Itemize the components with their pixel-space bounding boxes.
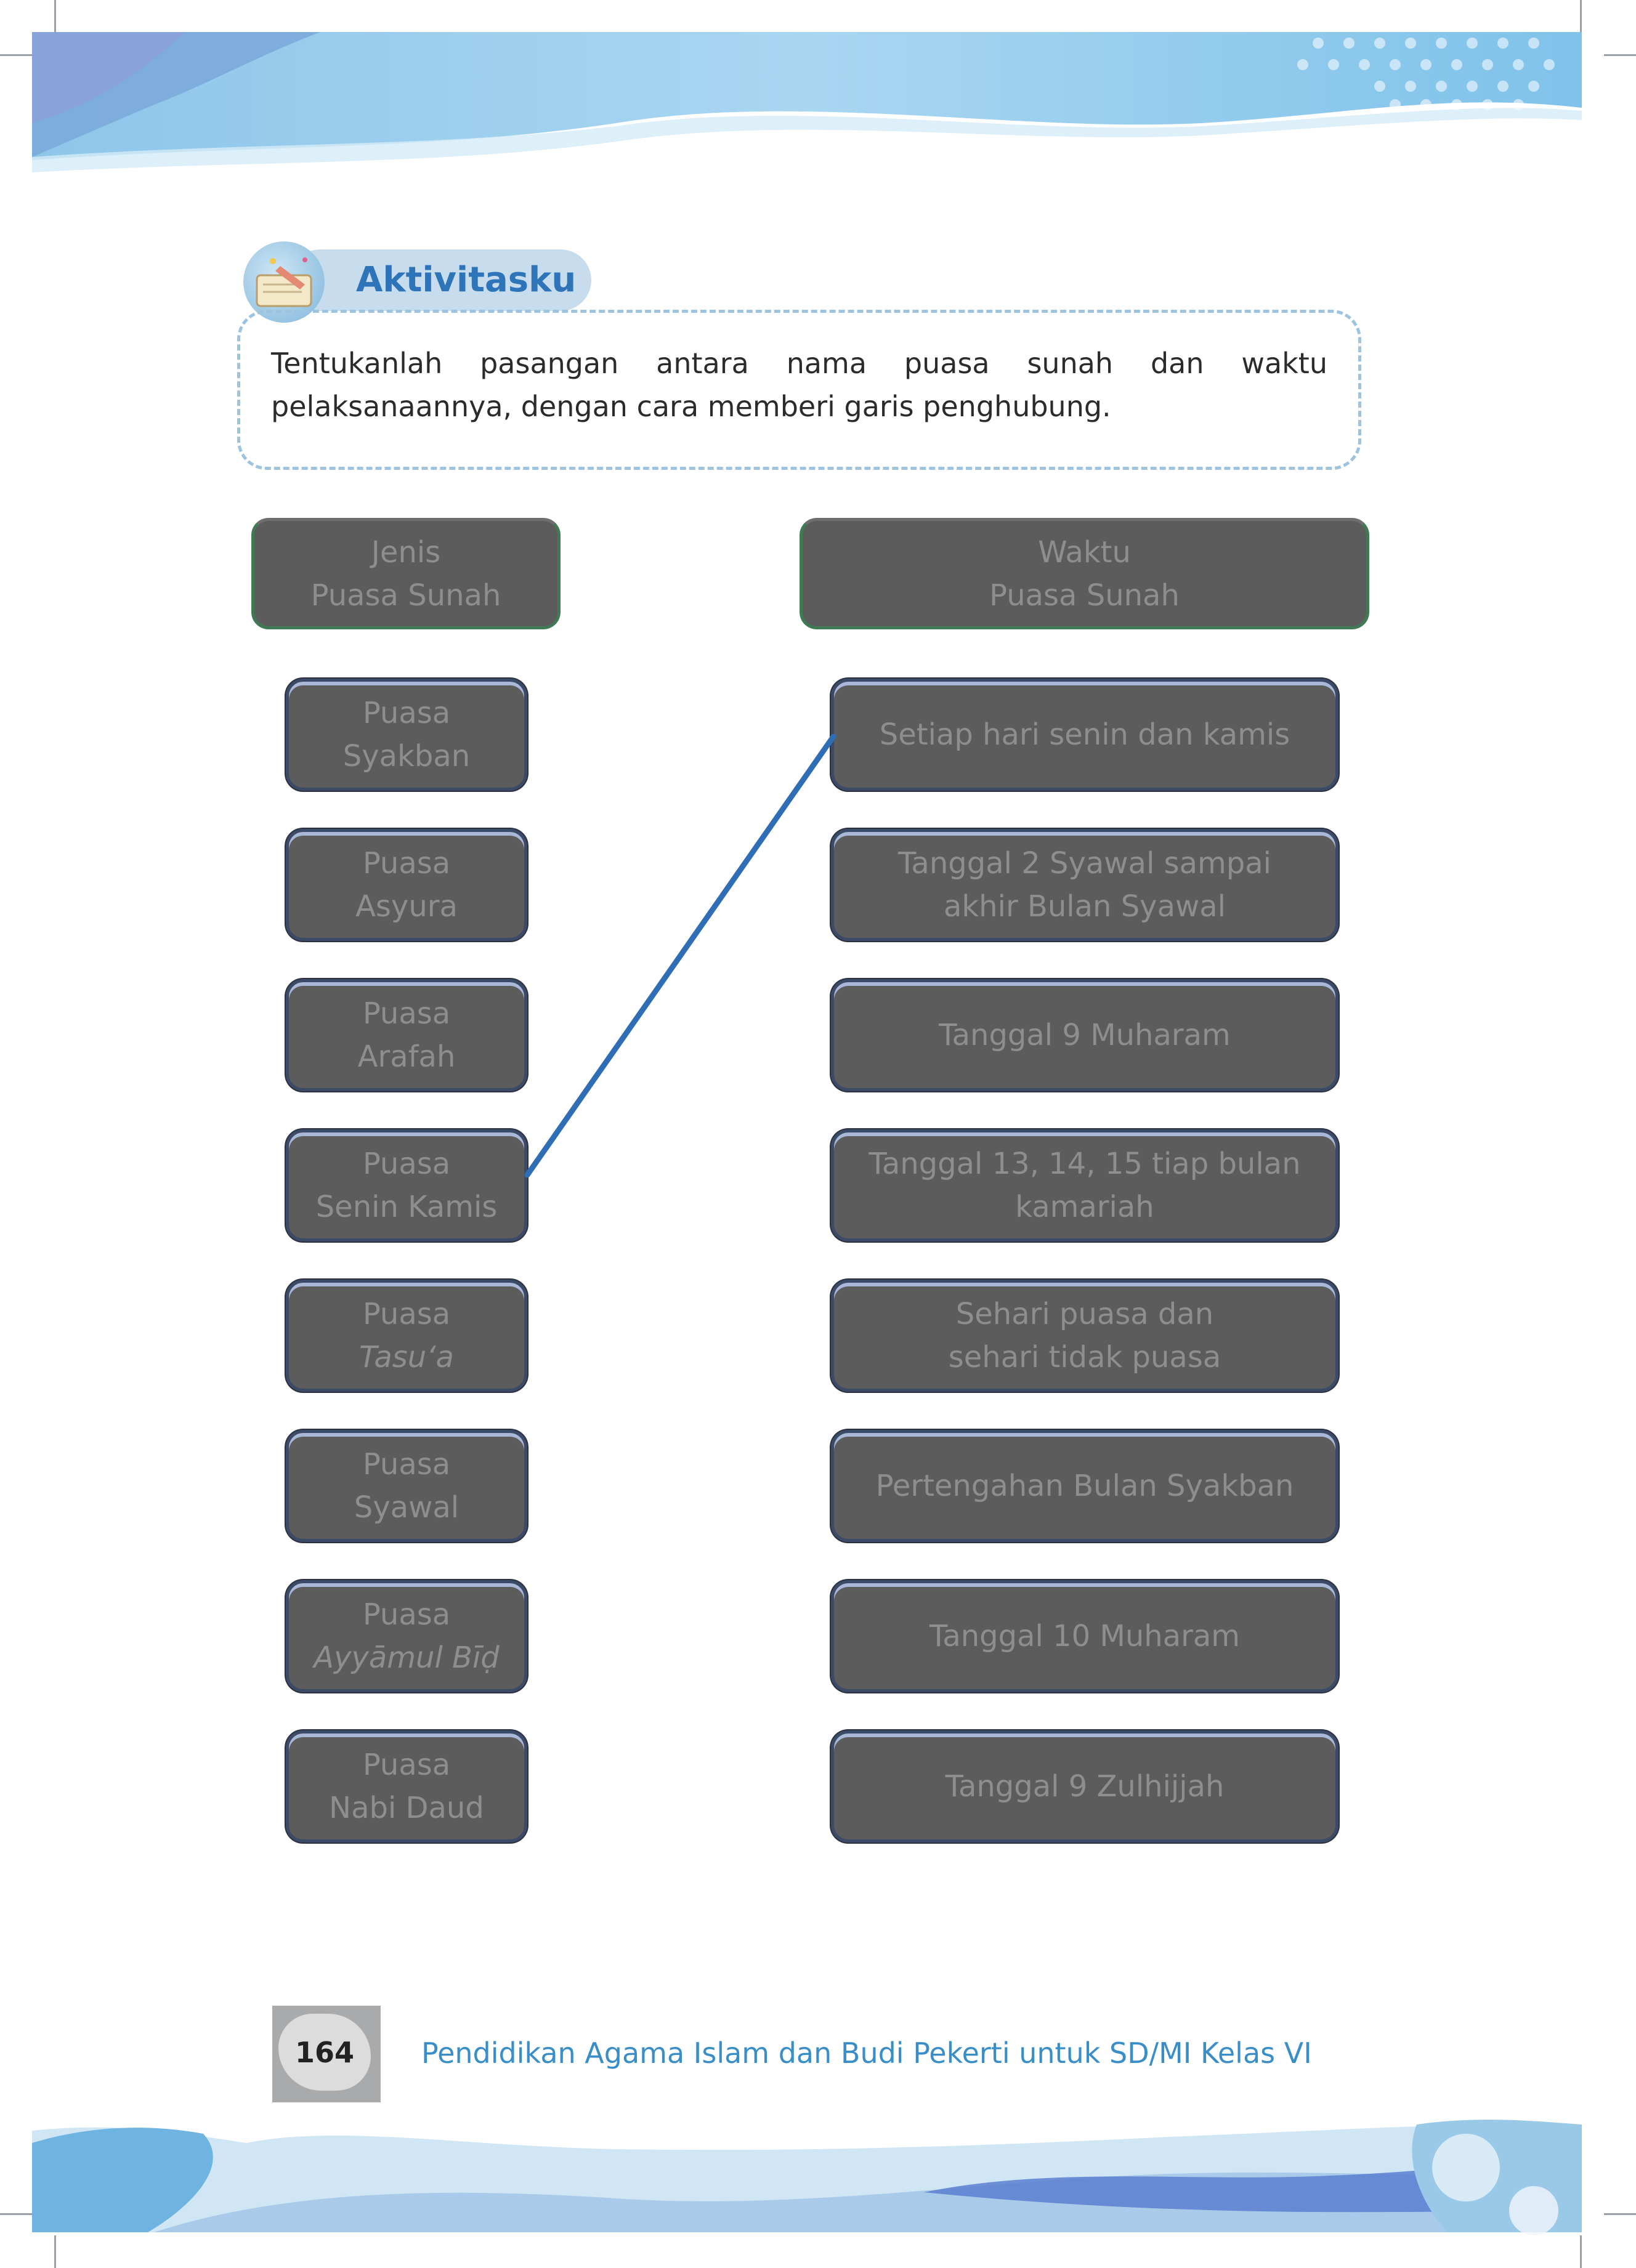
page-number: 164 [278,2014,371,2091]
book-title: Pendidikan Agama Islam dan Budi Pekerti … [421,2036,1312,2070]
connector-line-senin-kamis [524,733,836,1178]
connector-line [524,733,836,1178]
